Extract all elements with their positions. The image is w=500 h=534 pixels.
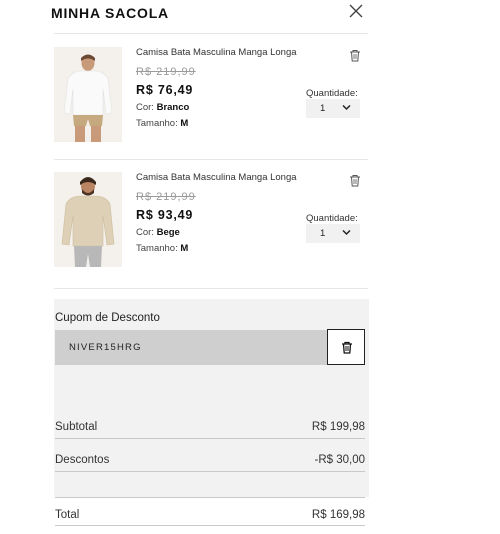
original-price: R$ 219,99 bbox=[136, 66, 196, 78]
trash-icon[interactable] bbox=[349, 174, 361, 187]
size-label: Tamanho: bbox=[136, 243, 178, 254]
sale-price: R$ 76,49 bbox=[136, 83, 194, 97]
divider bbox=[55, 438, 365, 439]
product-name[interactable]: Camisa Bata Masculina Manga Longa bbox=[136, 172, 311, 183]
remove-coupon-button[interactable] bbox=[327, 329, 365, 365]
quantity-label: Quantidade: bbox=[306, 213, 358, 224]
divider bbox=[55, 497, 365, 498]
sale-price: R$ 93,49 bbox=[136, 208, 194, 222]
divider bbox=[55, 525, 365, 526]
size-value: M bbox=[180, 243, 189, 254]
color-attribute: Cor: Branco bbox=[136, 102, 189, 113]
cart-item: Camisa Bata Masculina Manga Longa R$ 219… bbox=[54, 172, 370, 270]
product-image[interactable] bbox=[54, 47, 122, 142]
total-value: R$ 169,98 bbox=[311, 509, 365, 521]
discount-label: Descontos bbox=[55, 454, 110, 466]
divider bbox=[55, 471, 365, 472]
quantity-value: 1 bbox=[320, 228, 326, 239]
divider bbox=[54, 159, 368, 160]
size-attribute: Tamanho: M bbox=[136, 118, 188, 129]
size-label: Tamanho: bbox=[136, 118, 178, 129]
page-title: MINHA SACOLA bbox=[51, 5, 169, 21]
product-image[interactable] bbox=[54, 172, 122, 267]
quantity-label: Quantidade: bbox=[306, 88, 358, 99]
color-label: Cor: bbox=[136, 227, 154, 238]
quantity-select[interactable]: 1 bbox=[306, 224, 360, 243]
product-name[interactable]: Camisa Bata Masculina Manga Longa bbox=[136, 47, 311, 58]
coupon-code: NIVER15HRG bbox=[69, 342, 142, 353]
color-value: Branco bbox=[156, 102, 190, 113]
trash-icon bbox=[342, 341, 352, 354]
cart-item: Camisa Bata Masculina Manga Longa R$ 219… bbox=[54, 47, 370, 145]
trash-icon[interactable] bbox=[349, 49, 361, 62]
subtotal-value: R$ 199,98 bbox=[311, 421, 365, 433]
color-attribute: Cor: Bege bbox=[136, 227, 180, 238]
chevron-down-icon bbox=[342, 229, 351, 236]
divider bbox=[54, 33, 368, 34]
chevron-down-icon bbox=[342, 104, 351, 111]
total-label: Total bbox=[55, 509, 80, 521]
subtotal-label: Subtotal bbox=[55, 421, 98, 433]
discount-value: -R$ 30,00 bbox=[314, 454, 365, 466]
size-value: M bbox=[180, 118, 189, 129]
original-price: R$ 219,99 bbox=[136, 191, 196, 203]
divider bbox=[54, 288, 368, 289]
bag-header: MINHA SACOLA bbox=[0, 0, 500, 28]
close-icon[interactable] bbox=[347, 2, 365, 20]
quantity-value: 1 bbox=[320, 103, 326, 114]
order-summary-panel bbox=[54, 299, 369, 499]
size-attribute: Tamanho: M bbox=[136, 243, 188, 254]
quantity-select[interactable]: 1 bbox=[306, 99, 360, 118]
coupon-title: Cupom de Desconto bbox=[55, 312, 160, 324]
color-label: Cor: bbox=[136, 102, 154, 113]
color-value: Bege bbox=[156, 227, 180, 238]
